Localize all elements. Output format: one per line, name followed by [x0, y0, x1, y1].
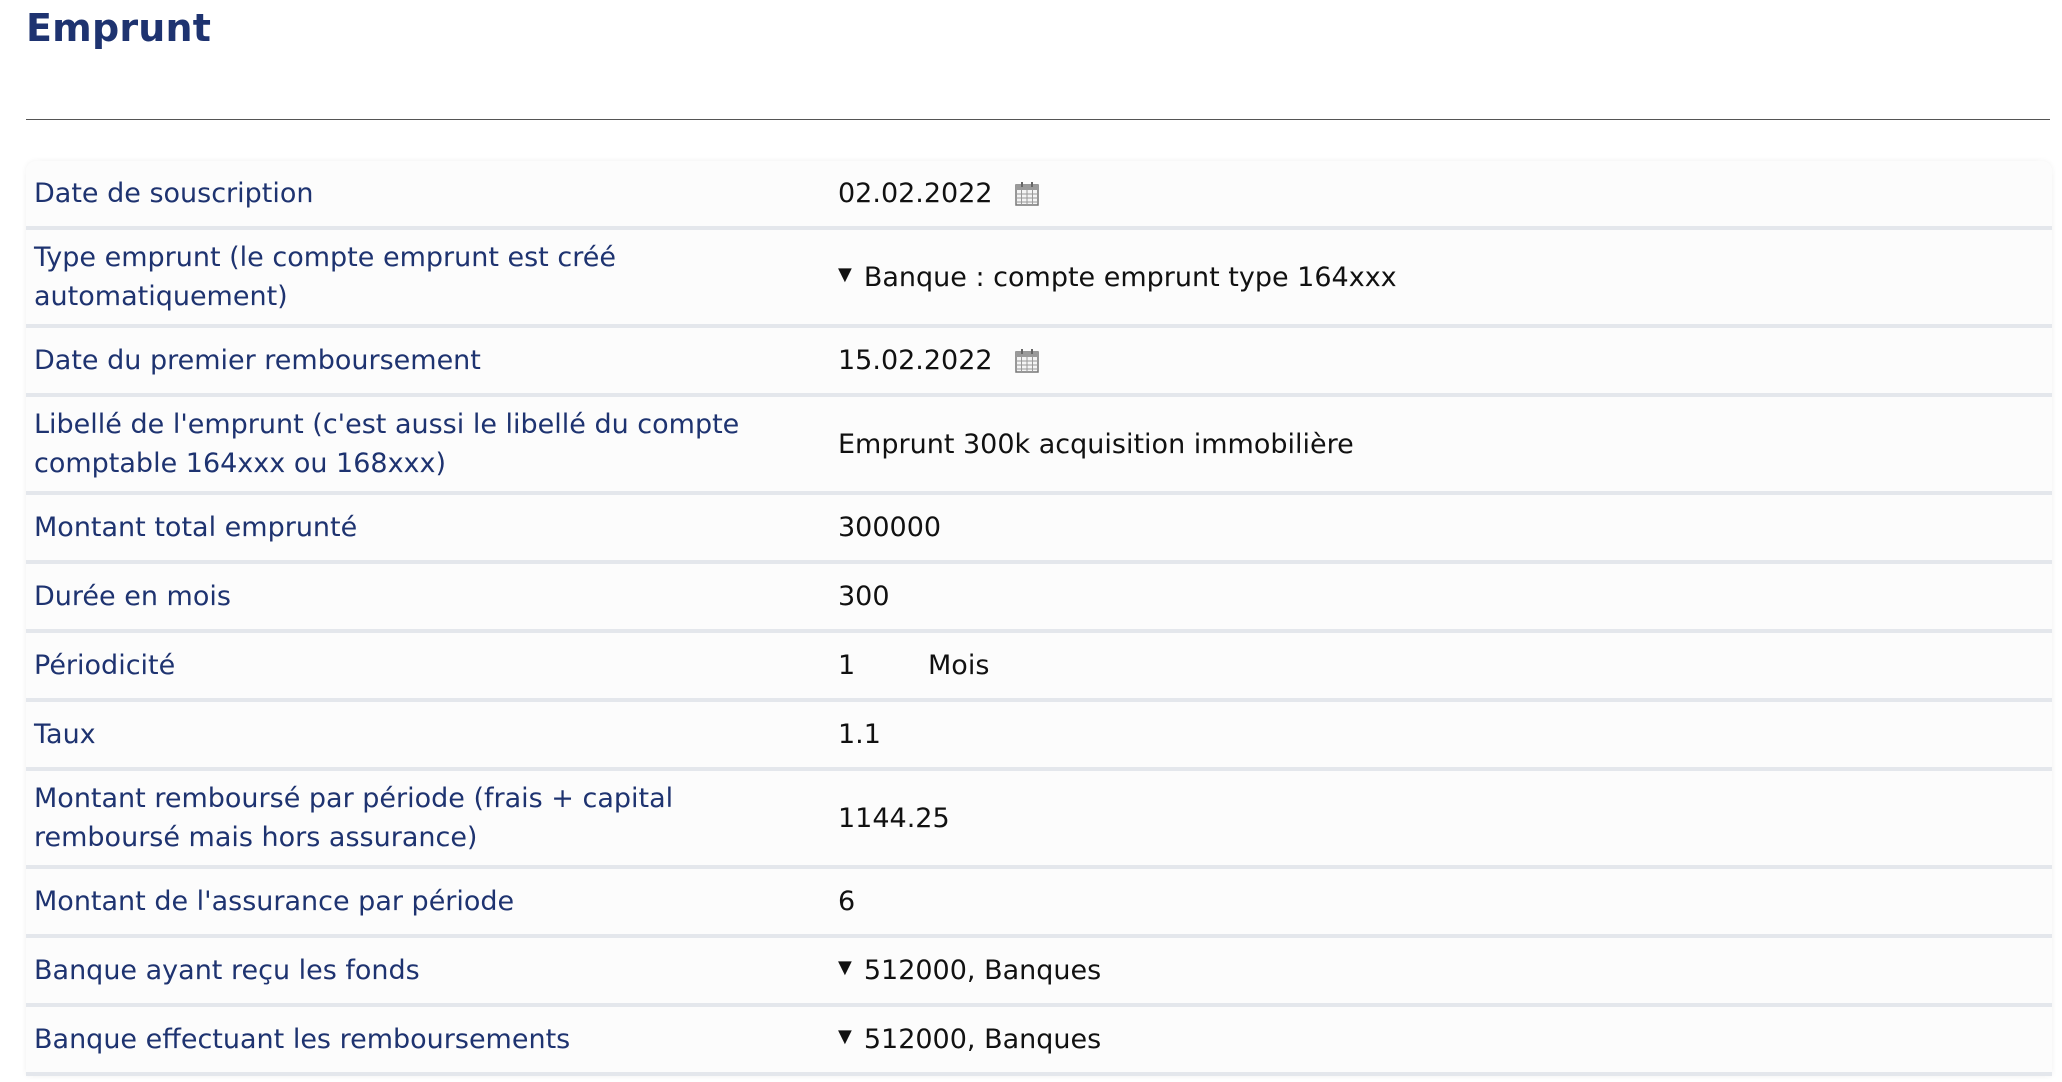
- assurance-par-periode-label: Montant de l'assurance par période: [34, 886, 515, 917]
- assurance-par-periode-value[interactable]: 6: [838, 882, 855, 921]
- duree-mois-label: Durée en mois: [34, 581, 231, 612]
- libelle-label: Libellé de l'emprunt (c'est aussi le lib…: [34, 409, 740, 479]
- page: Emprunt Date de souscription 02.02.2022: [0, 0, 2062, 1082]
- row-banque-fonds: Banque ayant reçu les fonds ▼ 512000, Ba…: [26, 938, 2052, 1007]
- row-date-souscription: Date de souscription 02.02.2022: [26, 161, 2052, 230]
- title-divider: [26, 119, 2050, 120]
- type-emprunt-select[interactable]: ▼ Banque : compte emprunt type 164xxx: [838, 258, 2052, 297]
- periodicite-unit[interactable]: Mois: [928, 646, 989, 685]
- banque-remboursements-select[interactable]: ▼ 512000, Banques: [838, 1020, 2052, 1059]
- date-premier-remboursement-label: Date du premier remboursement: [34, 345, 481, 376]
- montant-total-label: Montant total emprunté: [34, 512, 358, 543]
- type-emprunt-value[interactable]: Banque : compte emprunt type 164xxx: [864, 258, 1397, 297]
- date-souscription-field[interactable]: 02.02.2022: [838, 174, 2052, 213]
- libelle-field[interactable]: Emprunt 300k acquisition immobilière: [838, 425, 2052, 464]
- taux-field[interactable]: 1.1: [838, 715, 2052, 754]
- caret-down-icon[interactable]: ▼: [838, 264, 852, 285]
- row-periodicite: Périodicité 1 Mois: [26, 633, 2052, 702]
- libelle-value[interactable]: Emprunt 300k acquisition immobilière: [838, 425, 1354, 464]
- type-emprunt-label: Type emprunt (le compte emprunt est créé…: [34, 242, 616, 312]
- loan-form: Date de souscription 02.02.2022 Type emp…: [26, 161, 2052, 1076]
- banque-fonds-label: Banque ayant reçu les fonds: [34, 955, 420, 986]
- banque-fonds-value[interactable]: 512000, Banques: [864, 951, 1101, 990]
- row-libelle: Libellé de l'emprunt (c'est aussi le lib…: [26, 397, 2052, 495]
- row-type-emprunt: Type emprunt (le compte emprunt est créé…: [26, 230, 2052, 328]
- row-montant-par-periode: Montant remboursé par période (frais + c…: [26, 771, 2052, 869]
- row-taux: Taux 1.1: [26, 702, 2052, 771]
- caret-down-icon[interactable]: ▼: [838, 957, 852, 978]
- montant-total-value[interactable]: 300000: [838, 508, 941, 547]
- row-banque-remboursements: Banque effectuant les remboursements ▼ 5…: [26, 1007, 2052, 1076]
- montant-par-periode-label: Montant remboursé par période (frais + c…: [34, 783, 674, 853]
- row-duree-mois: Durée en mois 300: [26, 564, 2052, 633]
- banque-remboursements-value[interactable]: 512000, Banques: [864, 1020, 1101, 1059]
- row-assurance-par-periode: Montant de l'assurance par période 6: [26, 869, 2052, 938]
- periodicite-field: 1 Mois: [838, 646, 2052, 685]
- caret-down-icon[interactable]: ▼: [838, 1026, 852, 1047]
- row-montant-total: Montant total emprunté 300000: [26, 495, 2052, 564]
- periodicite-label: Périodicité: [34, 650, 176, 681]
- assurance-par-periode-field[interactable]: 6: [838, 882, 2052, 921]
- calendar-icon[interactable]: [1014, 348, 1040, 374]
- calendar-icon[interactable]: [1014, 181, 1040, 207]
- date-souscription-value[interactable]: 02.02.2022: [838, 174, 1014, 213]
- montant-par-periode-field[interactable]: 1144.25: [838, 799, 2052, 838]
- taux-label: Taux: [34, 719, 96, 750]
- banque-fonds-select[interactable]: ▼ 512000, Banques: [838, 951, 2052, 990]
- date-premier-remboursement-field[interactable]: 15.02.2022: [838, 341, 2052, 380]
- row-date-premier-remboursement: Date du premier remboursement 15.02.2022: [26, 328, 2052, 397]
- montant-total-field[interactable]: 300000: [838, 508, 2052, 547]
- periodicite-value[interactable]: 1: [838, 646, 928, 685]
- date-souscription-label: Date de souscription: [34, 178, 314, 209]
- duree-mois-field[interactable]: 300: [838, 577, 2052, 616]
- duree-mois-value[interactable]: 300: [838, 577, 890, 616]
- page-title: Emprunt: [26, 6, 212, 50]
- banque-remboursements-label: Banque effectuant les remboursements: [34, 1024, 571, 1055]
- montant-par-periode-value[interactable]: 1144.25: [838, 799, 950, 838]
- date-premier-remboursement-value[interactable]: 15.02.2022: [838, 341, 1014, 380]
- taux-value[interactable]: 1.1: [838, 715, 881, 754]
